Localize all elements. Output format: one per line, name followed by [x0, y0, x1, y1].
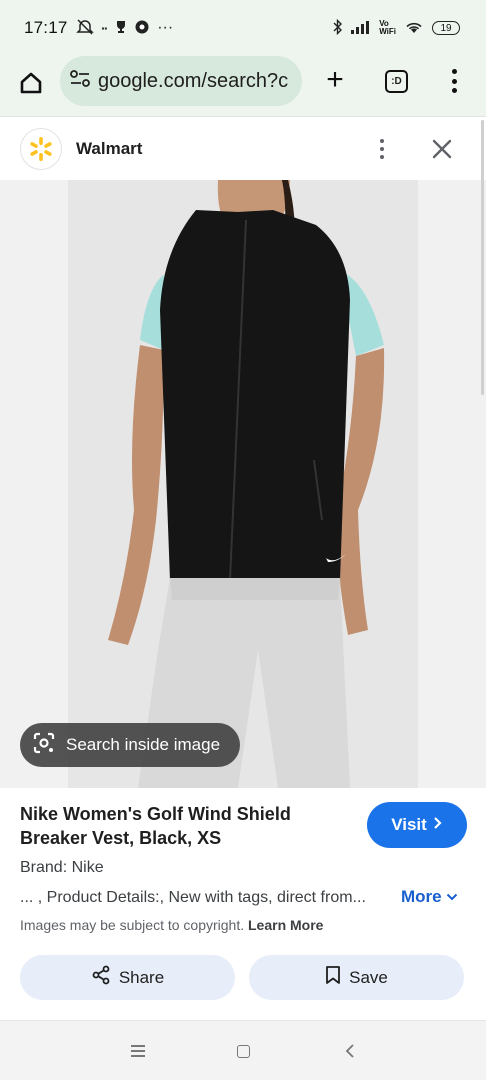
url-text[interactable]: google.com/search?c [98, 70, 288, 93]
chevron-right-icon [433, 815, 443, 835]
more-button[interactable]: More [401, 887, 458, 907]
wifi-icon [404, 20, 424, 37]
share-label: Share [118, 967, 165, 987]
muted-alarm-icon [75, 18, 94, 38]
share-button[interactable]: Share [20, 955, 235, 1000]
scrollbar[interactable] [481, 120, 484, 395]
lens-icon [32, 731, 56, 760]
home-nav-icon[interactable] [237, 1045, 250, 1058]
chevron-down-icon [446, 887, 458, 907]
save-label: Save [349, 967, 388, 987]
home-icon[interactable] [16, 68, 46, 98]
copyright-notice: Images may be subject to copyright. Lear… [20, 917, 323, 933]
address-bar[interactable]: google.com/search?c [60, 56, 302, 106]
site-info-icon[interactable] [70, 69, 90, 93]
source-name[interactable]: Walmart [76, 139, 142, 159]
walmart-spark-icon [20, 128, 62, 170]
menu-icon[interactable] [444, 66, 464, 96]
status-left: 17:17 ▪▪ ··· [24, 18, 173, 38]
plus-icon[interactable]: + [320, 65, 350, 96]
tabs-icon[interactable]: :D [385, 70, 408, 93]
product-image[interactable] [68, 180, 418, 788]
product-brand: Brand: Nike [20, 859, 104, 876]
visit-label: Visit [391, 815, 427, 834]
trophy-icon [115, 20, 127, 37]
product-details: Nike Women's Golf Wind Shield Breaker Ve… [0, 788, 486, 1020]
vowifi-icon: Vo WiFi [379, 20, 396, 36]
back-icon[interactable] [342, 1042, 358, 1060]
status-time: 17:17 [24, 18, 68, 37]
recents-icon[interactable] [131, 1045, 145, 1057]
signal-icon [351, 20, 371, 37]
system-nav-bar [0, 1020, 486, 1080]
image-viewer[interactable]: Search inside image [0, 180, 486, 788]
chrome-icon [135, 20, 149, 37]
copyright-text: Images may be subject to copyright. [20, 917, 245, 933]
more-label: More [401, 887, 442, 906]
status-overflow: ··· [157, 19, 174, 36]
learn-more-link[interactable]: Learn More [248, 917, 323, 933]
bookmark-icon [325, 965, 341, 990]
browser-toolbar: google.com/search?c + :D [0, 56, 486, 116]
more-vert-icon[interactable] [378, 137, 386, 161]
visit-button[interactable]: Visit [367, 802, 467, 848]
product-description: ... , Product Details:, New with tags, d… [20, 889, 366, 906]
save-button[interactable]: Save [249, 955, 464, 1000]
vowifi-bottom: WiFi [379, 27, 396, 36]
search-inside-label: Search inside image [66, 735, 221, 754]
status-bar: 17:17 ▪▪ ··· Vo WiFi 19 [0, 0, 486, 56]
source-bar: Walmart [0, 116, 486, 180]
tab-count: :D [391, 76, 402, 87]
search-inside-image-button[interactable]: Search inside image [20, 723, 240, 767]
app-notification-icon: ▪▪ [101, 23, 108, 33]
close-icon[interactable] [428, 135, 456, 163]
bluetooth-icon [333, 18, 343, 38]
battery-indicator: 19 [432, 21, 460, 35]
status-right: Vo WiFi 19 [333, 18, 460, 38]
share-icon [91, 965, 111, 990]
product-title[interactable]: Nike Women's Golf Wind Shield Breaker Ve… [20, 802, 340, 850]
